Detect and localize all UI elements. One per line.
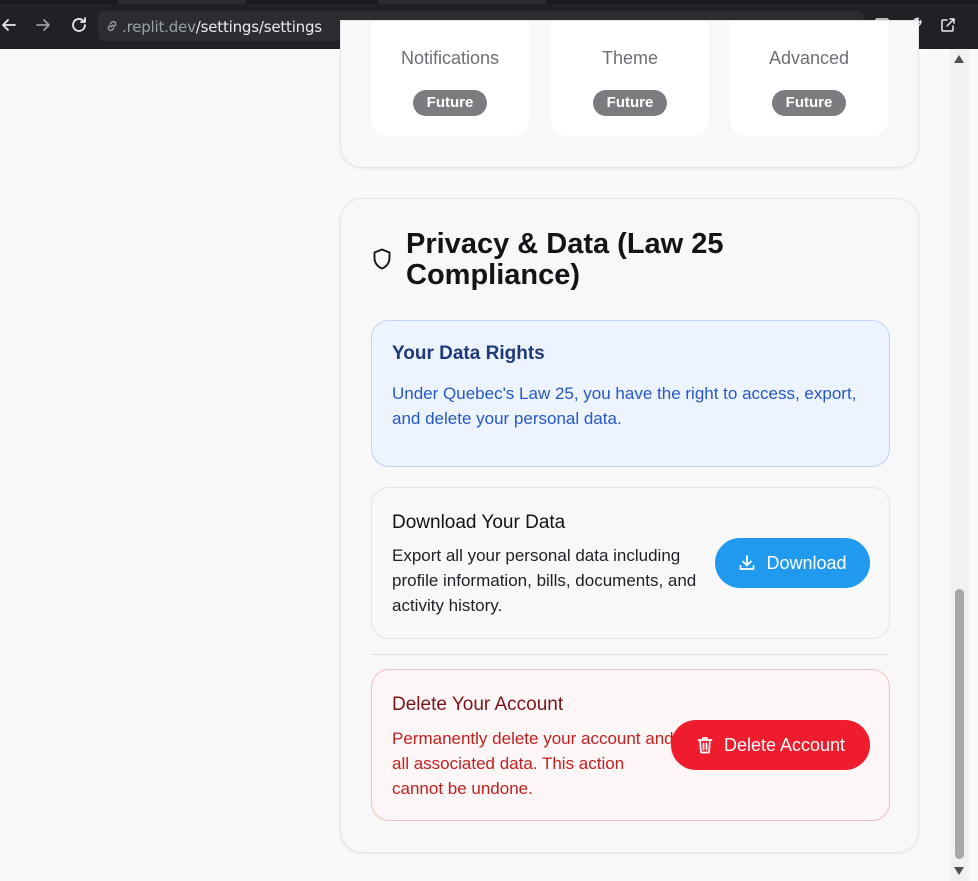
download-title: Download Your Data <box>392 512 566 533</box>
privacy-card: Privacy & Data (Law 25 Compliance) Your … <box>340 198 919 853</box>
pref-tile-notifications: Notifications Future <box>371 21 529 136</box>
delete-title: Delete Your Account <box>392 694 564 715</box>
pref-tile-title: Advanced <box>768 48 850 68</box>
url-path: /settings/settings <box>195 18 322 36</box>
data-rights-text: Under Quebec's Law 25, you have the righ… <box>392 384 857 428</box>
shield-icon <box>373 248 391 270</box>
scroll-down-arrow-icon[interactable] <box>954 867 964 875</box>
back-button[interactable] <box>0 12 22 38</box>
download-data-panel: Download Your Data Export all your perso… <box>371 487 890 639</box>
download-button-label: Download <box>766 552 847 573</box>
scrollbar-thumb[interactable] <box>955 589 964 859</box>
delete-account-button[interactable]: Delete Account <box>671 720 870 770</box>
download-button[interactable]: Download <box>715 538 870 588</box>
open-new-tab-button[interactable] <box>937 14 959 36</box>
open-external-icon <box>941 18 955 32</box>
delete-button-label: Delete Account <box>723 734 846 755</box>
reload-icon <box>72 17 86 32</box>
data-rights-title: Your Data Rights <box>392 343 545 364</box>
tab-strip <box>0 0 978 4</box>
forward-button[interactable] <box>30 12 56 38</box>
reload-button[interactable] <box>66 12 92 38</box>
back-arrow-icon <box>2 19 16 31</box>
download-description: Export all your personal data including … <box>392 546 697 615</box>
tab-segment[interactable] <box>118 0 246 4</box>
privacy-title: Privacy & Data (Law 25 Compliance) <box>406 228 724 291</box>
download-icon <box>740 555 755 570</box>
tab-segment[interactable] <box>378 0 546 4</box>
pref-tile-title: Notifications <box>400 48 500 68</box>
delete-description: Permanently delete your account and all … <box>392 729 674 798</box>
section-divider <box>371 654 889 655</box>
preferences-card: Notifications Future Theme Future Advanc… <box>340 20 919 168</box>
pref-tile-advanced: Advanced Future <box>730 21 888 136</box>
pref-tile-theme: Theme Future <box>551 21 709 136</box>
future-badge: Future <box>593 90 667 116</box>
data-rights-panel: Your Data Rights Under Quebec's Law 25, … <box>371 320 890 467</box>
delete-account-panel: Delete Your Account Permanently delete y… <box>371 669 890 821</box>
page-scrollbar[interactable] <box>950 49 969 881</box>
pref-tile-title: Theme <box>601 48 659 68</box>
future-badge: Future <box>413 90 487 116</box>
trash-icon <box>697 737 713 754</box>
future-badge: Future <box>772 90 846 116</box>
scroll-up-arrow-icon[interactable] <box>954 55 964 63</box>
link-icon <box>107 20 117 32</box>
url-text: .replit.dev/settings/settings <box>122 18 322 36</box>
forward-arrow-icon <box>36 19 50 31</box>
url-host: .replit.dev <box>122 18 196 36</box>
